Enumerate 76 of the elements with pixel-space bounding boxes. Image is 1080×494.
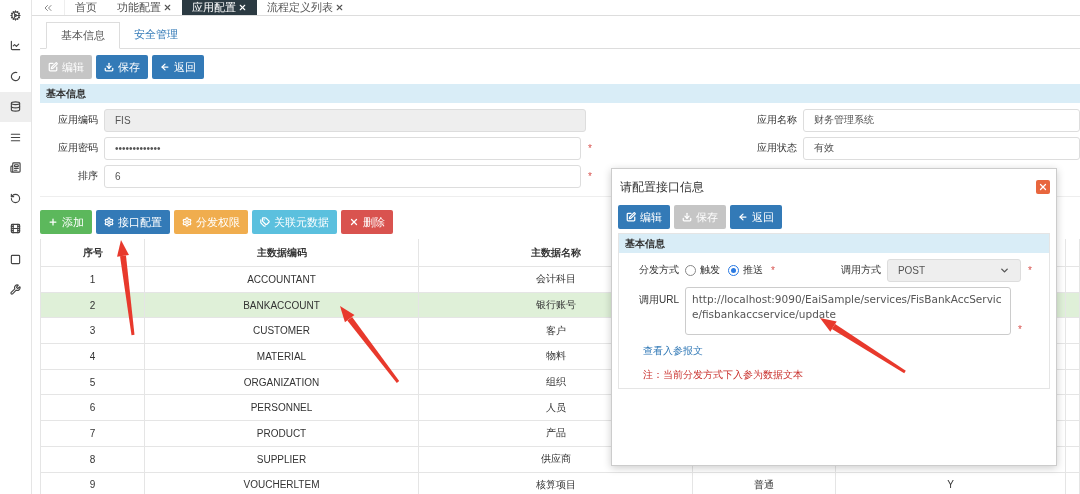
tags-icon <box>260 217 270 227</box>
table-cell <box>1066 446 1080 473</box>
close-icon[interactable] <box>163 3 172 12</box>
table-cell: PRODUCT <box>145 421 419 447</box>
wrench-icon <box>10 284 21 296</box>
toolbar-button[interactable]: 返回 <box>152 55 204 79</box>
input-field[interactable]: 财务管理系统 <box>803 108 1080 132</box>
database-icon <box>10 101 21 113</box>
field-label: 应用编码 <box>57 113 99 127</box>
field-label: 调用方式 <box>839 263 882 277</box>
input-field[interactable]: 6 <box>104 164 582 188</box>
tab[interactable]: 应用配置 <box>182 0 257 15</box>
field-label: 调用URL <box>638 293 680 307</box>
required-mark: * <box>587 170 592 182</box>
panel-header: 基本信息 <box>40 84 1080 103</box>
table-cell: ACCOUNTANT <box>145 267 419 293</box>
newspaper-icon <box>10 162 21 174</box>
table-cell: 7 <box>41 421 145 447</box>
table-cell: CUSTOMER <box>145 318 419 345</box>
radio-label: 推送 <box>743 263 763 277</box>
field-label: 应用状态 <box>756 141 798 155</box>
download-icon <box>682 212 692 222</box>
line-chart-icon <box>10 40 21 52</box>
close-icon <box>349 217 359 227</box>
plus-icon <box>48 217 58 227</box>
section-header: 基本信息 <box>619 234 1049 253</box>
required-mark: * <box>587 142 592 154</box>
field-label: 应用名称 <box>756 113 798 127</box>
required-mark: * <box>1026 264 1032 276</box>
table-cell: ORGANIZATION <box>145 369 419 396</box>
table-cell: MATERIAL <box>145 344 419 370</box>
dialog-button[interactable]: 返回 <box>730 205 782 229</box>
square-icon <box>10 253 21 265</box>
required-mark: * <box>771 264 775 276</box>
edit-icon <box>48 62 58 72</box>
tab[interactable]: 基本信息 <box>46 22 120 49</box>
arrow-left-icon <box>160 62 170 72</box>
table-cell: SUPPLIER <box>145 446 419 473</box>
gear-icon <box>10 9 21 21</box>
url-field[interactable]: http://localhost:9090/EaiSample/services/FisBankAccService/fisbankaccservice/update <box>685 287 1011 335</box>
film-icon <box>10 223 21 235</box>
list-icon <box>10 131 21 143</box>
input-field[interactable]: ••••••••••••• <box>104 136 582 160</box>
spinner-icon <box>10 70 21 82</box>
history-icon <box>10 192 21 204</box>
gear-icon <box>104 217 114 227</box>
table-cell: 3 <box>41 318 145 345</box>
field-label: 应用密码 <box>57 141 99 155</box>
dialog-button[interactable]: 编辑 <box>618 205 670 229</box>
arrow-left-icon <box>738 212 748 222</box>
download-icon <box>104 62 114 72</box>
table-cell: 5 <box>41 369 145 396</box>
action-button[interactable]: 接口配置 <box>96 210 170 234</box>
input-field[interactable]: 有效 <box>803 136 1080 160</box>
radio-label: 触发 <box>700 263 720 277</box>
gear-icon <box>182 217 192 227</box>
column-header: 主数据编码 <box>145 239 419 267</box>
dialog-title: 请配置接口信息 <box>620 178 704 196</box>
column-header: 序号 <box>41 239 145 267</box>
required-mark: * <box>1017 324 1022 335</box>
tab[interactable]: 安全管理 <box>120 21 192 48</box>
edit-icon <box>626 212 636 222</box>
close-button[interactable] <box>1036 180 1050 194</box>
table-cell: 8 <box>41 446 145 473</box>
toolbar-button[interactable]: 保存 <box>96 55 148 79</box>
table-cell: 4 <box>41 344 145 370</box>
method-select[interactable]: POST <box>886 258 1021 282</box>
table-cell: 6 <box>41 395 145 422</box>
table-cell: PERSONNEL <box>145 395 419 422</box>
action-button[interactable]: 删除 <box>341 210 393 234</box>
radio-button[interactable] <box>685 264 696 276</box>
close-icon[interactable] <box>335 3 344 12</box>
table-cell: BANKACCOUNT <box>145 292 419 319</box>
table-cell: 1 <box>41 267 145 293</box>
radio-button[interactable] <box>728 264 739 276</box>
field-label: 排序 <box>77 169 99 183</box>
